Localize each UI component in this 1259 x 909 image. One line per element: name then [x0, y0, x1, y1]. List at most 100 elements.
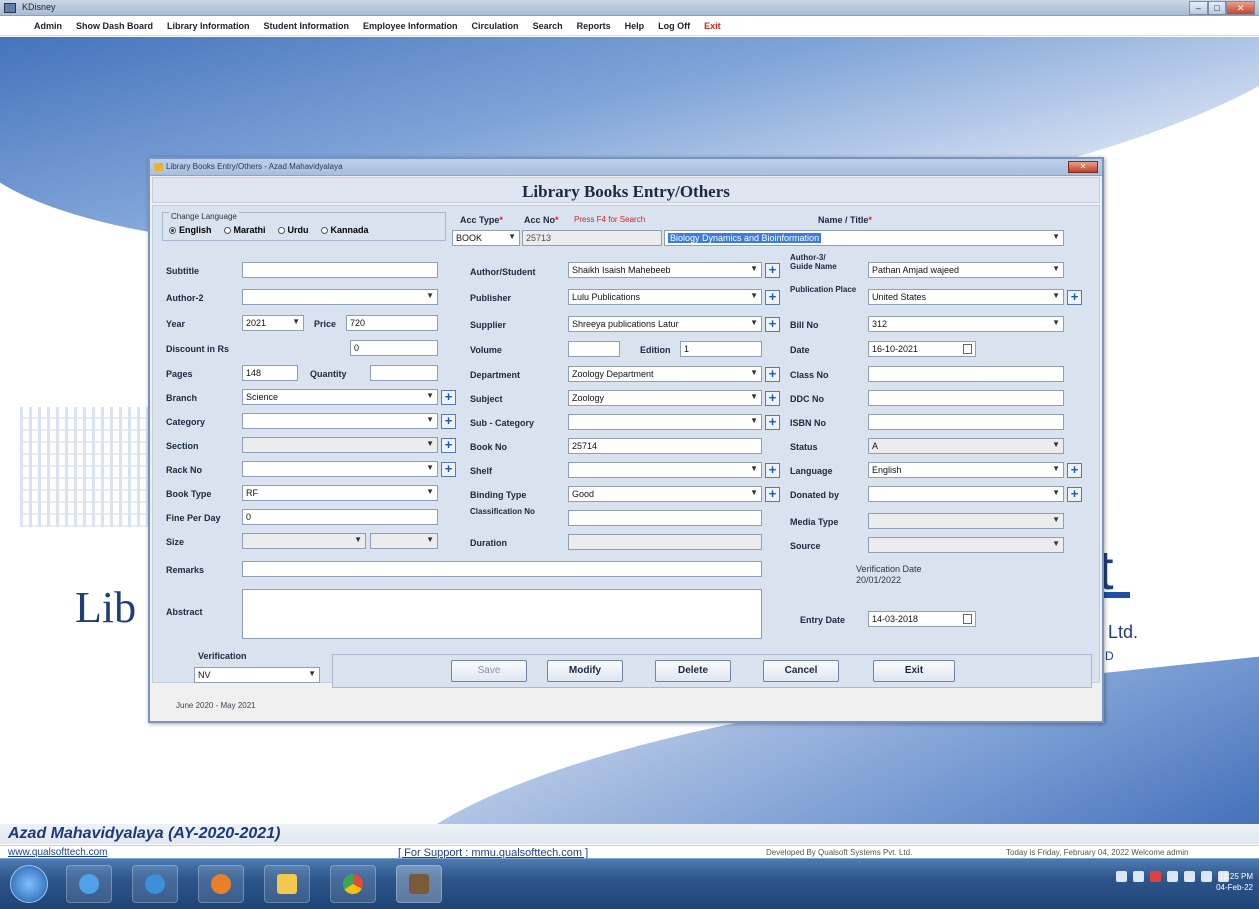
add-author-button[interactable]: +	[765, 263, 780, 278]
volume-input[interactable]	[568, 341, 620, 357]
menu-log-off[interactable]: Log Off	[658, 21, 690, 31]
radio-english[interactable]: English	[169, 225, 212, 235]
add-shelf-button[interactable]: +	[765, 463, 780, 478]
discount-input[interactable]: 0	[350, 340, 438, 356]
cancel-button[interactable]: Cancel	[763, 660, 839, 682]
tray-icon[interactable]	[1116, 871, 1127, 882]
remarks-input[interactable]	[242, 561, 762, 577]
menu-student-information[interactable]: Student Information	[264, 21, 350, 31]
subject-select[interactable]: Zoology ▼	[568, 390, 762, 406]
menu-help[interactable]: Help	[625, 21, 645, 31]
tray-icon[interactable]	[1133, 871, 1144, 882]
status-select[interactable]: A ▼	[868, 438, 1064, 454]
menu-search[interactable]: Search	[533, 21, 563, 31]
class-no-input[interactable]	[868, 366, 1064, 382]
menu-exit[interactable]: Exit	[704, 21, 721, 31]
media-type-select[interactable]: ▼	[868, 513, 1064, 529]
modify-button[interactable]: Modify	[547, 660, 623, 682]
shelf-select[interactable]: ▼	[568, 462, 762, 478]
add-section-button[interactable]: +	[441, 438, 456, 453]
abstract-textarea[interactable]	[242, 589, 762, 639]
maximize-button[interactable]: □	[1207, 1, 1227, 15]
sub-category-select[interactable]: ▼	[568, 414, 762, 430]
taskbar-item-library-app[interactable]	[396, 865, 442, 903]
add-subject-button[interactable]: +	[765, 391, 780, 406]
add-branch-button[interactable]: +	[441, 390, 456, 405]
network-icon[interactable]	[1184, 871, 1195, 882]
add-rack-button[interactable]: +	[441, 462, 456, 477]
menu-employee-information[interactable]: Employee Information	[363, 21, 458, 31]
ddc-no-input[interactable]	[868, 390, 1064, 406]
category-select[interactable]: ▼	[242, 413, 438, 429]
add-department-button[interactable]: +	[765, 367, 780, 382]
department-select[interactable]: Zoology Department ▼	[568, 366, 762, 382]
source-select[interactable]: ▼	[868, 537, 1064, 553]
branch-select[interactable]: Science ▼	[242, 389, 438, 405]
taskbar-item-chrome[interactable]	[330, 865, 376, 903]
fine-per-day-input[interactable]: 0	[242, 509, 438, 525]
menu-dashboard[interactable]: Show Dash Board	[76, 21, 153, 31]
start-button[interactable]	[10, 865, 48, 903]
menu-reports[interactable]: Reports	[577, 21, 611, 31]
radio-urdu-dot[interactable]	[277, 227, 285, 235]
clock[interactable]: 12:25 PM 04-Feb-22	[1216, 871, 1253, 893]
menu-admin[interactable]: Admin	[34, 21, 62, 31]
taskbar-item-media[interactable]	[198, 865, 244, 903]
save-button[interactable]: Save	[451, 660, 527, 682]
add-publication-place-button[interactable]: +	[1067, 290, 1082, 305]
radio-marathi[interactable]: Marathi	[223, 225, 266, 235]
size-unit-select[interactable]: ▼	[370, 533, 438, 549]
author-student-select[interactable]: Shaikh Isaish Mahebeeb ▼	[568, 262, 762, 278]
publisher-select[interactable]: Lulu Publications ▼	[568, 289, 762, 305]
tray-icon[interactable]	[1167, 871, 1178, 882]
year-select[interactable]: 2021 ▼	[242, 315, 304, 331]
radio-kannada[interactable]: Kannada	[320, 225, 369, 235]
language-select[interactable]: English ▼	[868, 462, 1064, 478]
subtitle-input[interactable]	[242, 262, 438, 278]
dialog-close-button[interactable]: ✕	[1068, 161, 1098, 173]
add-language-button[interactable]: +	[1067, 463, 1082, 478]
section-select[interactable]: ▼	[242, 437, 438, 453]
radio-marathi-dot[interactable]	[223, 227, 231, 235]
price-input[interactable]: 720	[346, 315, 438, 331]
minimize-button[interactable]: –	[1189, 1, 1208, 15]
calendar-icon[interactable]	[963, 344, 972, 354]
publication-place-select[interactable]: United States ▼	[868, 289, 1064, 305]
bill-no-select[interactable]: 312 ▼	[868, 316, 1064, 332]
donated-by-select[interactable]: ▼	[868, 486, 1064, 502]
taskbar-item-explorer[interactable]	[66, 865, 112, 903]
date-picker[interactable]: 16-10-2021	[868, 341, 976, 357]
close-button[interactable]: ✕	[1226, 1, 1256, 15]
delete-button[interactable]: Delete	[655, 660, 731, 682]
acc-no-input[interactable]: 25713	[522, 230, 662, 246]
size-select[interactable]: ▼	[242, 533, 366, 549]
classification-input[interactable]	[568, 510, 762, 526]
author2-select[interactable]: ▼	[242, 289, 438, 305]
add-category-button[interactable]: +	[441, 414, 456, 429]
quantity-input[interactable]	[370, 365, 438, 381]
book-no-input[interactable]: 25714	[568, 438, 762, 454]
rack-select[interactable]: ▼	[242, 461, 438, 477]
verification-select[interactable]: NV ▼	[194, 667, 320, 683]
add-binding-type-button[interactable]: +	[765, 487, 780, 502]
book-type-select[interactable]: RF ▼	[242, 485, 438, 501]
acc-type-select[interactable]: BOOK ▼	[452, 230, 520, 246]
tray-icon[interactable]	[1150, 871, 1161, 882]
add-supplier-button[interactable]: +	[765, 317, 780, 332]
radio-kannada-dot[interactable]	[320, 227, 328, 235]
entry-date-picker[interactable]: 14-03-2018	[868, 611, 976, 627]
radio-english-dot[interactable]	[169, 227, 176, 235]
isbn-no-input[interactable]	[868, 414, 1064, 430]
flag-icon[interactable]	[1201, 871, 1212, 882]
author3-select[interactable]: Pathan Amjad wajeed ▼	[868, 262, 1064, 278]
duration-input[interactable]	[568, 534, 762, 550]
binding-type-select[interactable]: Good ▼	[568, 486, 762, 502]
menu-library-information[interactable]: Library Information	[167, 21, 250, 31]
menu-circulation[interactable]: Circulation	[472, 21, 519, 31]
pages-input[interactable]: 148	[242, 365, 298, 381]
name-title-select[interactable]: Biology Dynamics and Bioinformation ▼	[664, 230, 1064, 246]
add-sub-category-button[interactable]: +	[765, 415, 780, 430]
taskbar-item-folder[interactable]	[264, 865, 310, 903]
add-donor-button[interactable]: +	[1067, 487, 1082, 502]
radio-urdu[interactable]: Urdu	[277, 225, 309, 235]
